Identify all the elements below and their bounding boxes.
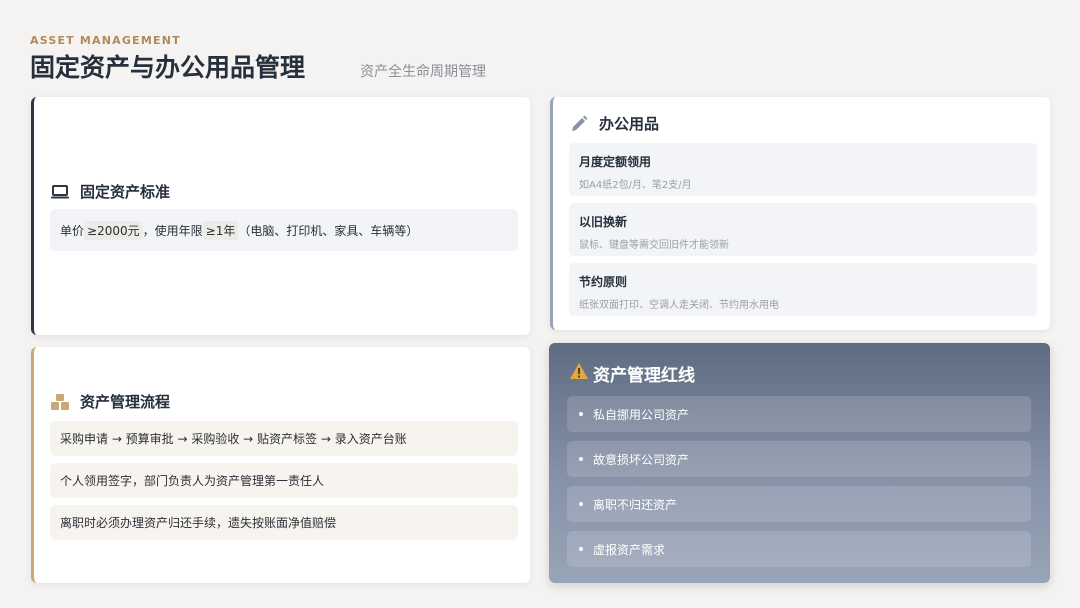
supply-item-title: 月度定额领用: [579, 155, 652, 169]
rule-prefix: 单价: [60, 223, 85, 238]
supply-item-1: 月度定额领用 如A4纸2包/月、笔2支/月: [569, 143, 1037, 196]
bullet-icon: [579, 457, 583, 461]
redline-item: 私自挪用公司资产: [567, 396, 1031, 432]
warning-icon: [569, 362, 589, 385]
redlines-card: 资产管理红线 私自挪用公司资产 故意损坏公司资产 离职不归还资产 虚报资产需求: [549, 343, 1050, 583]
process-card: 资产管理流程 采购申请 → 预算审批 → 采购验收 → 贴资产标签 → 录入资产…: [31, 347, 530, 583]
redline-text: 虚报资产需求: [593, 542, 666, 557]
bullet-icon: [579, 502, 583, 506]
supply-item-desc: 鼠标、键盘等需交回旧件才能领新: [579, 240, 729, 251]
page-title: 固定资产与办公用品管理: [30, 53, 306, 82]
pencil-icon: [569, 114, 589, 134]
bullet-icon: [579, 547, 583, 551]
fixed-assets-header: 固定资产标准: [50, 181, 170, 202]
supply-item-desc: 纸张双面打印、空调人走关闭、节约用水用电: [579, 300, 779, 311]
process-step-2: 个人领用签字，部门负责人为资产管理第一责任人: [50, 463, 518, 498]
supply-item-2: 以旧换新 鼠标、键盘等需交回旧件才能领新: [569, 203, 1037, 256]
supply-item-3: 节约原则 纸张双面打印、空调人走关闭、节约用水用电: [569, 263, 1037, 316]
office-supplies-header: 办公用品: [569, 113, 659, 134]
fixed-assets-title: 固定资产标准: [80, 183, 171, 201]
redline-item: 故意损坏公司资产: [567, 441, 1031, 477]
price-threshold: ≥2000元: [84, 220, 143, 240]
office-supplies-card: 办公用品 月度定额领用 如A4纸2包/月、笔2支/月 以旧换新 鼠标、键盘等需交…: [550, 97, 1050, 330]
process-step-3: 离职时必须办理资产归还手续，遗失按账面净值赔偿: [50, 505, 518, 540]
rule-middle: ，使用年限: [142, 223, 203, 238]
supply-item-desc: 如A4纸2包/月、笔2支/月: [579, 180, 692, 191]
redline-item: 虚报资产需求: [567, 531, 1031, 567]
supply-item-title: 以旧换新: [579, 215, 628, 229]
process-title: 资产管理流程: [80, 393, 171, 411]
eyebrow: ASSET MANAGEMENT: [30, 34, 181, 47]
process-step-1: 采购申请 → 预算审批 → 采购验收 → 贴资产标签 → 录入资产台账: [50, 421, 518, 456]
page-subtitle: 资产全生命周期管理: [360, 64, 486, 80]
process-header: 资产管理流程: [50, 391, 170, 412]
redline-item: 离职不归还资产: [567, 486, 1031, 522]
redline-text: 故意损坏公司资产: [593, 452, 690, 467]
supply-item-title: 节约原则: [579, 275, 628, 289]
fixed-assets-rule: 单价 ≥2000元 ，使用年限 ≥1年 （电脑、打印机、家具、车辆等）: [50, 209, 518, 251]
redline-text: 私自挪用公司资产: [593, 407, 690, 422]
laptop-icon: [50, 184, 70, 200]
fixed-assets-card: 固定资产标准 单价 ≥2000元 ，使用年限 ≥1年 （电脑、打印机、家具、车辆…: [31, 97, 530, 335]
redline-text: 离职不归还资产: [593, 497, 678, 512]
rule-suffix: （电脑、打印机、家具、车辆等）: [238, 223, 419, 238]
redlines-title: 资产管理红线: [593, 366, 695, 386]
redlines-header: 资产管理红线: [569, 361, 695, 386]
boxes-icon: [50, 393, 70, 411]
office-supplies-title: 办公用品: [599, 115, 660, 133]
bullet-icon: [579, 412, 583, 416]
years-threshold: ≥1年: [202, 220, 239, 240]
